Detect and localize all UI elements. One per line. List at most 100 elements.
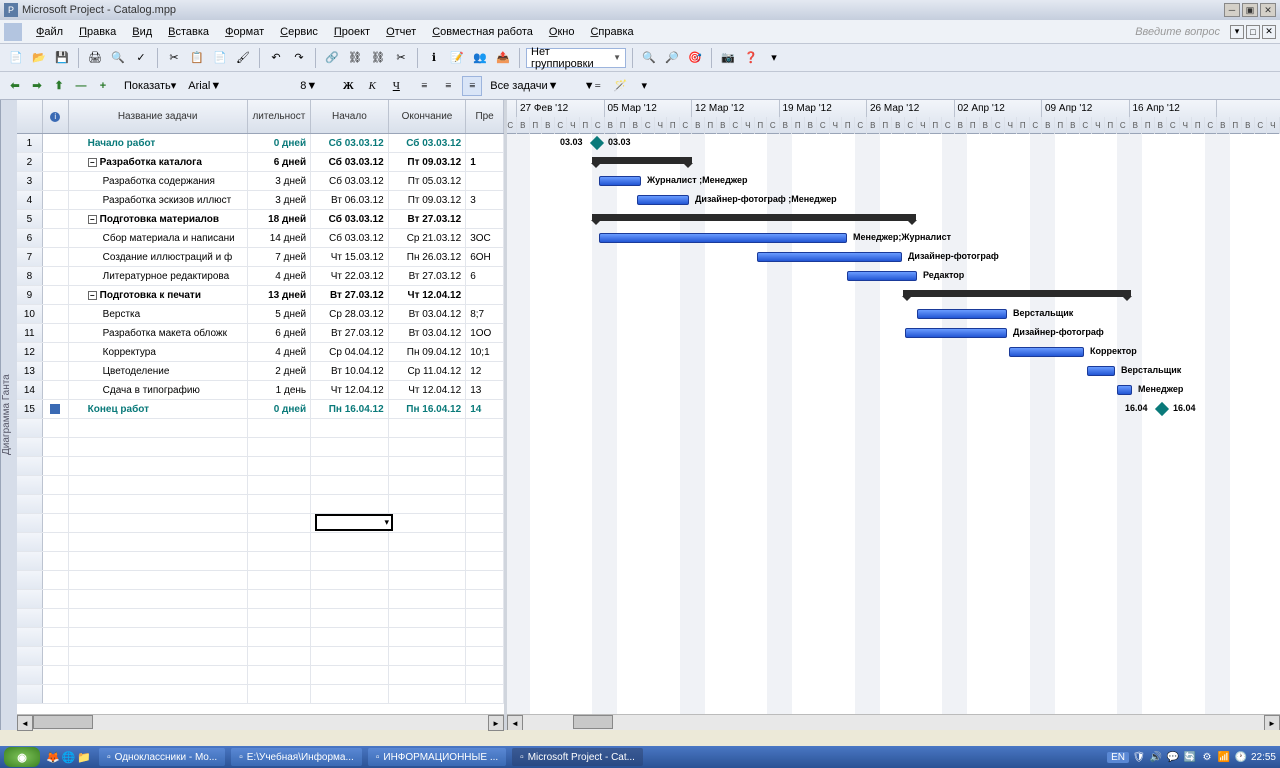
- gantt-bar[interactable]: [592, 214, 916, 221]
- duration-cell[interactable]: [248, 476, 312, 494]
- copy-picture-icon[interactable]: 📷: [718, 48, 738, 68]
- duration-cell[interactable]: [248, 514, 312, 532]
- quicklaunch-icon[interactable]: 🌐: [62, 751, 76, 764]
- table-row[interactable]: 10Верстка5 днейСр 28.03.12Вт 03.04.128;7: [17, 305, 504, 324]
- end-cell[interactable]: Чт 12.04.12: [389, 286, 467, 304]
- table-row[interactable]: 9−Подготовка к печати13 днейВт 27.03.12Ч…: [17, 286, 504, 305]
- toolbar2-options-icon[interactable]: ▾: [634, 76, 654, 96]
- task-name-cell[interactable]: [69, 438, 248, 456]
- end-cell[interactable]: [389, 685, 467, 703]
- task-name-cell[interactable]: Сбор материала и написани: [69, 229, 248, 247]
- indent-icon[interactable]: +: [94, 77, 112, 95]
- end-cell[interactable]: [389, 628, 467, 646]
- duration-cell[interactable]: [248, 533, 312, 551]
- end-cell[interactable]: Пт 05.03.12: [389, 172, 467, 190]
- gantt-bar[interactable]: [905, 328, 1007, 338]
- minimize-button[interactable]: ─: [1224, 3, 1240, 17]
- format-painter-icon[interactable]: 🖌: [233, 48, 253, 68]
- duration-cell[interactable]: [248, 552, 312, 570]
- taskbar-item[interactable]: ▫Одноклассники - Mo...: [99, 748, 225, 766]
- split-task-icon[interactable]: ✂: [391, 48, 411, 68]
- open-file-icon[interactable]: 📂: [29, 48, 49, 68]
- duration-cell[interactable]: [248, 457, 312, 475]
- pred-cell[interactable]: 6ОН: [466, 248, 504, 266]
- table-row[interactable]: [17, 685, 504, 704]
- duration-cell[interactable]: 7 дней: [248, 248, 312, 266]
- end-cell[interactable]: Вт 03.04.12: [389, 324, 467, 342]
- start-cell[interactable]: [311, 514, 389, 532]
- duration-cell[interactable]: 3 дней: [248, 172, 312, 190]
- zoom-in-icon[interactable]: 🔍: [639, 48, 659, 68]
- start-cell[interactable]: Сб 03.03.12: [311, 172, 389, 190]
- tray-icon[interactable]: 🛡: [1132, 750, 1146, 764]
- filter-combo[interactable]: Все задачи▼: [490, 80, 578, 92]
- gantt-bar[interactable]: [599, 233, 847, 243]
- menu-Справка[interactable]: Справка: [582, 21, 641, 43]
- row-number[interactable]: 5: [17, 210, 43, 228]
- redo-icon[interactable]: ↷: [289, 48, 309, 68]
- row-number[interactable]: 11: [17, 324, 43, 342]
- nav-back-icon[interactable]: ⬅: [6, 77, 24, 95]
- print-icon[interactable]: 🖨: [85, 48, 105, 68]
- pred-cell[interactable]: [466, 590, 504, 608]
- row-number[interactable]: 10: [17, 305, 43, 323]
- row-number[interactable]: [17, 590, 43, 608]
- table-row[interactable]: [17, 495, 504, 514]
- task-name-cell[interactable]: [69, 628, 248, 646]
- task-name-cell[interactable]: [69, 685, 248, 703]
- tray-icon[interactable]: 📶: [1217, 750, 1231, 764]
- duration-cell[interactable]: [248, 609, 312, 627]
- table-row[interactable]: [17, 647, 504, 666]
- task-name-cell[interactable]: [69, 571, 248, 589]
- start-cell[interactable]: [311, 457, 389, 475]
- end-cell[interactable]: [389, 609, 467, 627]
- pred-cell[interactable]: [466, 571, 504, 589]
- save-icon[interactable]: 💾: [52, 48, 72, 68]
- tray-icon[interactable]: ⚙: [1200, 750, 1214, 764]
- pred-cell[interactable]: [466, 514, 504, 532]
- autofilter-icon[interactable]: ▼=: [582, 76, 602, 96]
- taskbar-item[interactable]: ▫E:\Учебная\Информа...: [231, 748, 362, 766]
- col-header-name[interactable]: Название задачи: [69, 100, 248, 133]
- scroll-right-button[interactable]: ►: [488, 715, 504, 731]
- table-row[interactable]: [17, 552, 504, 571]
- row-number[interactable]: [17, 609, 43, 627]
- bold-button[interactable]: Ж: [338, 76, 358, 96]
- table-row[interactable]: [17, 438, 504, 457]
- duration-cell[interactable]: 0 дней: [248, 400, 312, 418]
- duration-cell[interactable]: 14 дней: [248, 229, 312, 247]
- close-button[interactable]: ✕: [1260, 3, 1276, 17]
- task-notes-icon[interactable]: 📝: [447, 48, 467, 68]
- end-cell[interactable]: [389, 533, 467, 551]
- pred-cell[interactable]: 14: [466, 400, 504, 418]
- pred-cell[interactable]: [466, 438, 504, 456]
- table-row[interactable]: 3Разработка содержания3 днейСб 03.03.12П…: [17, 172, 504, 191]
- row-number[interactable]: 12: [17, 343, 43, 361]
- menu-Вид[interactable]: Вид: [124, 21, 160, 43]
- end-cell[interactable]: Чт 12.04.12: [389, 381, 467, 399]
- start-cell[interactable]: [311, 533, 389, 551]
- row-number[interactable]: [17, 495, 43, 513]
- task-name-cell[interactable]: [69, 419, 248, 437]
- menu-Окно[interactable]: Окно: [541, 21, 583, 43]
- duration-cell[interactable]: [248, 590, 312, 608]
- table-row[interactable]: [17, 590, 504, 609]
- gantt-bar[interactable]: [847, 271, 917, 281]
- assign-resources-icon[interactable]: 👥: [470, 48, 490, 68]
- pred-cell[interactable]: [466, 210, 504, 228]
- table-row[interactable]: [17, 628, 504, 647]
- duration-cell[interactable]: 13 дней: [248, 286, 312, 304]
- duration-cell[interactable]: 4 дней: [248, 267, 312, 285]
- gantt-bar[interactable]: [1009, 347, 1084, 357]
- unlink-tasks-icon[interactable]: ⛓: [368, 48, 388, 68]
- start-cell[interactable]: [311, 590, 389, 608]
- row-number[interactable]: [17, 514, 43, 532]
- gantt-chart[interactable]: ВПВСЧПС27 Фев '12ВПВСЧПС05 Мар '12ВПВСЧП…: [507, 100, 1280, 730]
- end-cell[interactable]: Пн 26.03.12: [389, 248, 467, 266]
- menu-Правка[interactable]: Правка: [71, 21, 124, 43]
- scroll-left-button[interactable]: ◄: [17, 715, 33, 731]
- pred-cell[interactable]: [466, 533, 504, 551]
- task-name-cell[interactable]: Литературное редактирова: [69, 267, 248, 285]
- nav-up-icon[interactable]: ⬆: [50, 77, 68, 95]
- pred-cell[interactable]: 1ОО: [466, 324, 504, 342]
